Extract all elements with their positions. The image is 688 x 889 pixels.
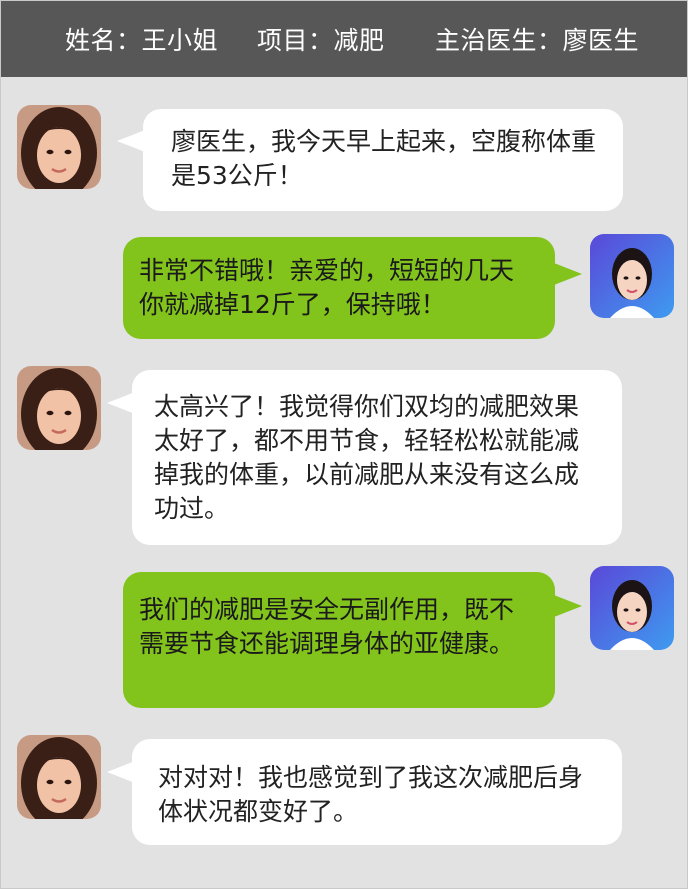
doctor-avatar[interactable] bbox=[590, 566, 674, 650]
message-bubble: 我们的减肥是安全无副作用，既不需要节食还能调理身体的亚健康。 bbox=[123, 572, 555, 708]
message-text: 我们的减肥是安全无副作用，既不需要节食还能调理身体的亚健康。 bbox=[139, 595, 515, 658]
bubble-tail bbox=[117, 130, 145, 152]
patient-avatar-icon bbox=[17, 366, 101, 450]
message-text: 对对对！我也感觉到了我这次减肥后身体状况都变好了。 bbox=[158, 763, 584, 826]
bubble-tail bbox=[554, 263, 582, 285]
bubble-tail bbox=[107, 392, 135, 414]
patient-name: 姓名：王小姐 bbox=[65, 26, 219, 55]
message-bubble: 非常不错哦！亲爱的，短短的几天你就减掉12斤了，保持哦！ bbox=[123, 237, 555, 339]
message-bubble: 廖医生，我今天早上起来，空腹称体重是53公斤！ bbox=[143, 109, 623, 211]
message-bubble: 太高兴了！我觉得你们双均的减肥效果太好了，都不用节食，轻轻松松就能减掉我的体重，… bbox=[132, 370, 622, 545]
patient-avatar[interactable] bbox=[17, 105, 101, 189]
patient-avatar-icon bbox=[17, 105, 101, 189]
doctor-avatar-icon bbox=[590, 566, 674, 650]
message-bubble: 对对对！我也感觉到了我这次减肥后身体状况都变好了。 bbox=[132, 739, 622, 845]
message-text: 廖医生，我今天早上起来，空腹称体重是53公斤！ bbox=[171, 127, 597, 190]
doctor-avatar-icon bbox=[590, 234, 674, 318]
bubble-tail bbox=[554, 595, 582, 617]
doctor-avatar[interactable] bbox=[590, 234, 674, 318]
message-text: 太高兴了！我觉得你们双均的减肥效果太好了，都不用节食，轻轻松松就能减掉我的体重，… bbox=[154, 392, 580, 523]
chat-screen: 姓名：王小姐 项目：减肥 主治医生：廖医生 廖医生，我今天早上起来，空腹称体重是… bbox=[0, 0, 688, 889]
patient-info-header: 姓名：王小姐 项目：减肥 主治医生：廖医生 bbox=[1, 1, 687, 77]
doctor-label: 主治医生：廖医生 bbox=[435, 26, 640, 55]
patient-avatar[interactable] bbox=[17, 366, 101, 450]
project-label: 项目：减肥 bbox=[257, 26, 385, 55]
patient-avatar-icon bbox=[17, 735, 101, 819]
message-text: 非常不错哦！亲爱的，短短的几天你就减掉12斤了，保持哦！ bbox=[139, 256, 515, 319]
patient-avatar[interactable] bbox=[17, 735, 101, 819]
bubble-tail bbox=[107, 761, 135, 783]
